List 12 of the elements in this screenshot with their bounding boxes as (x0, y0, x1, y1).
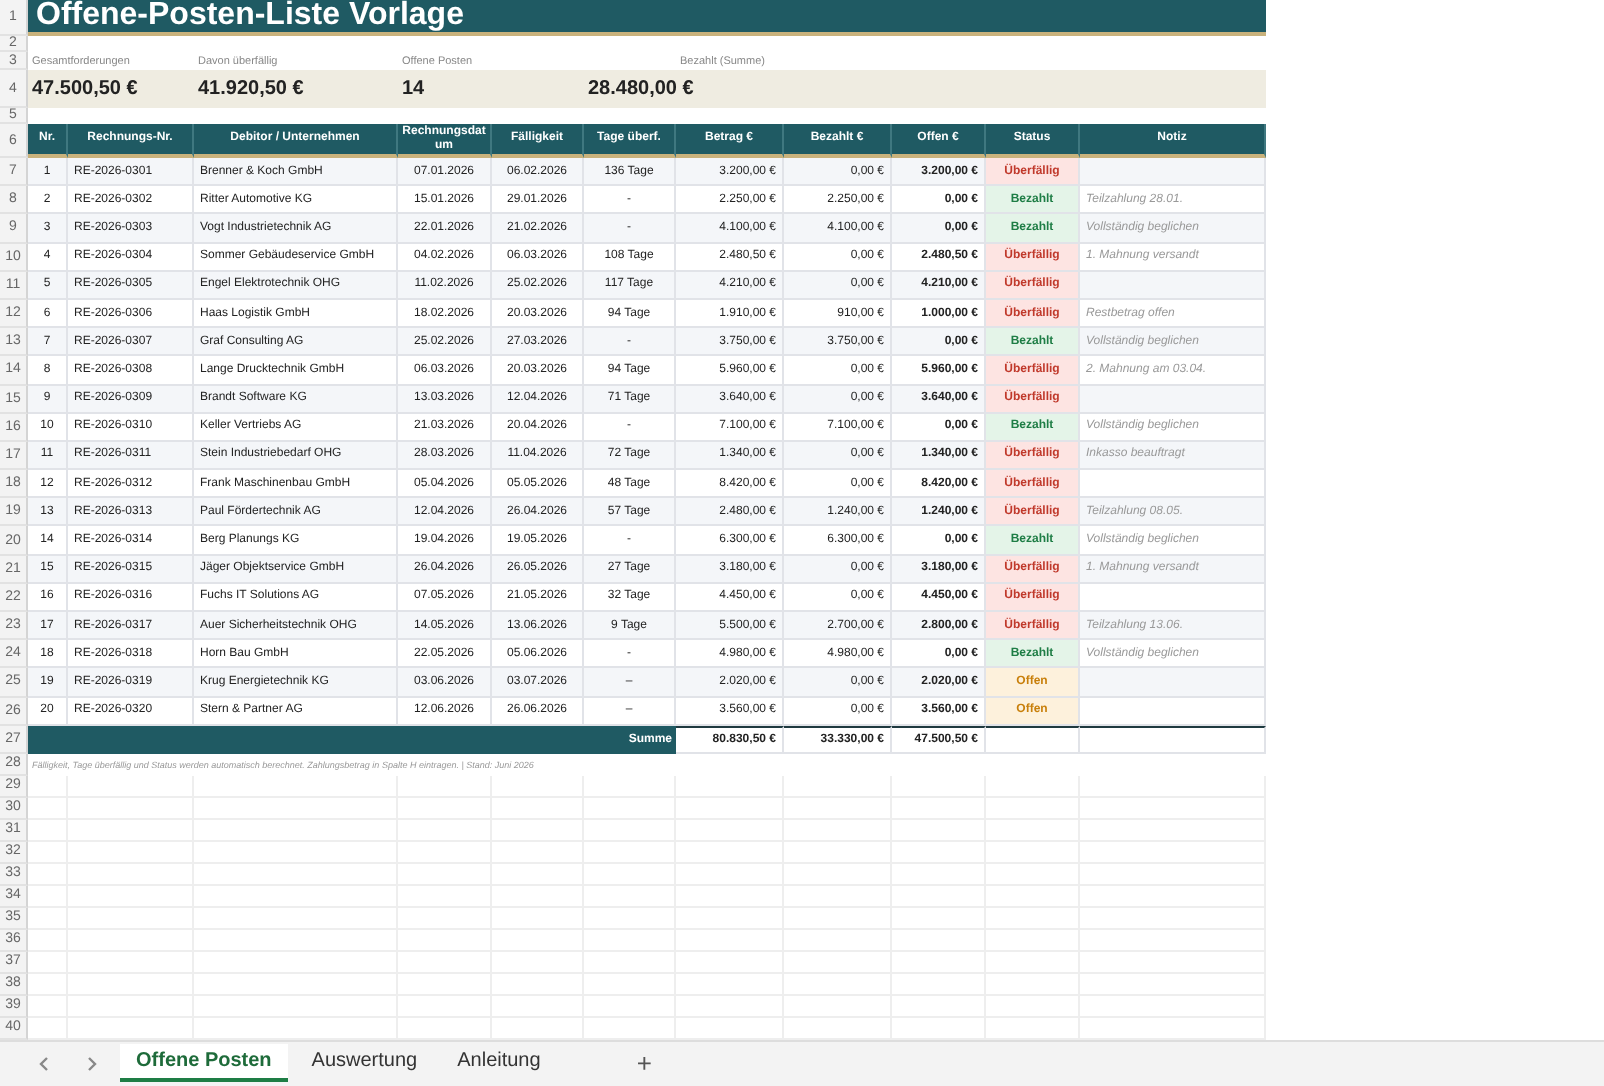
sheet-tab[interactable]: Anleitung (441, 1044, 557, 1083)
kpi-value: 28.480,00 € (586, 76, 696, 104)
sheet-tab[interactable]: Offene Posten (120, 1044, 288, 1083)
add-sheet-button[interactable]: + (628, 1048, 660, 1079)
empty-cell (986, 725, 1080, 754)
previous-sheet-icon[interactable] (34, 1053, 54, 1074)
kpi-value: 41.920,50 € (196, 76, 306, 104)
kpi-value: 47.500,50 € (30, 76, 140, 104)
next-sheet-icon[interactable] (82, 1053, 102, 1074)
sheet-title: Offene-Posten-Liste Vorlage (36, 0, 464, 32)
sheet-tab[interactable]: Auswertung (295, 1044, 434, 1083)
kpi-value: 14 (400, 76, 427, 104)
